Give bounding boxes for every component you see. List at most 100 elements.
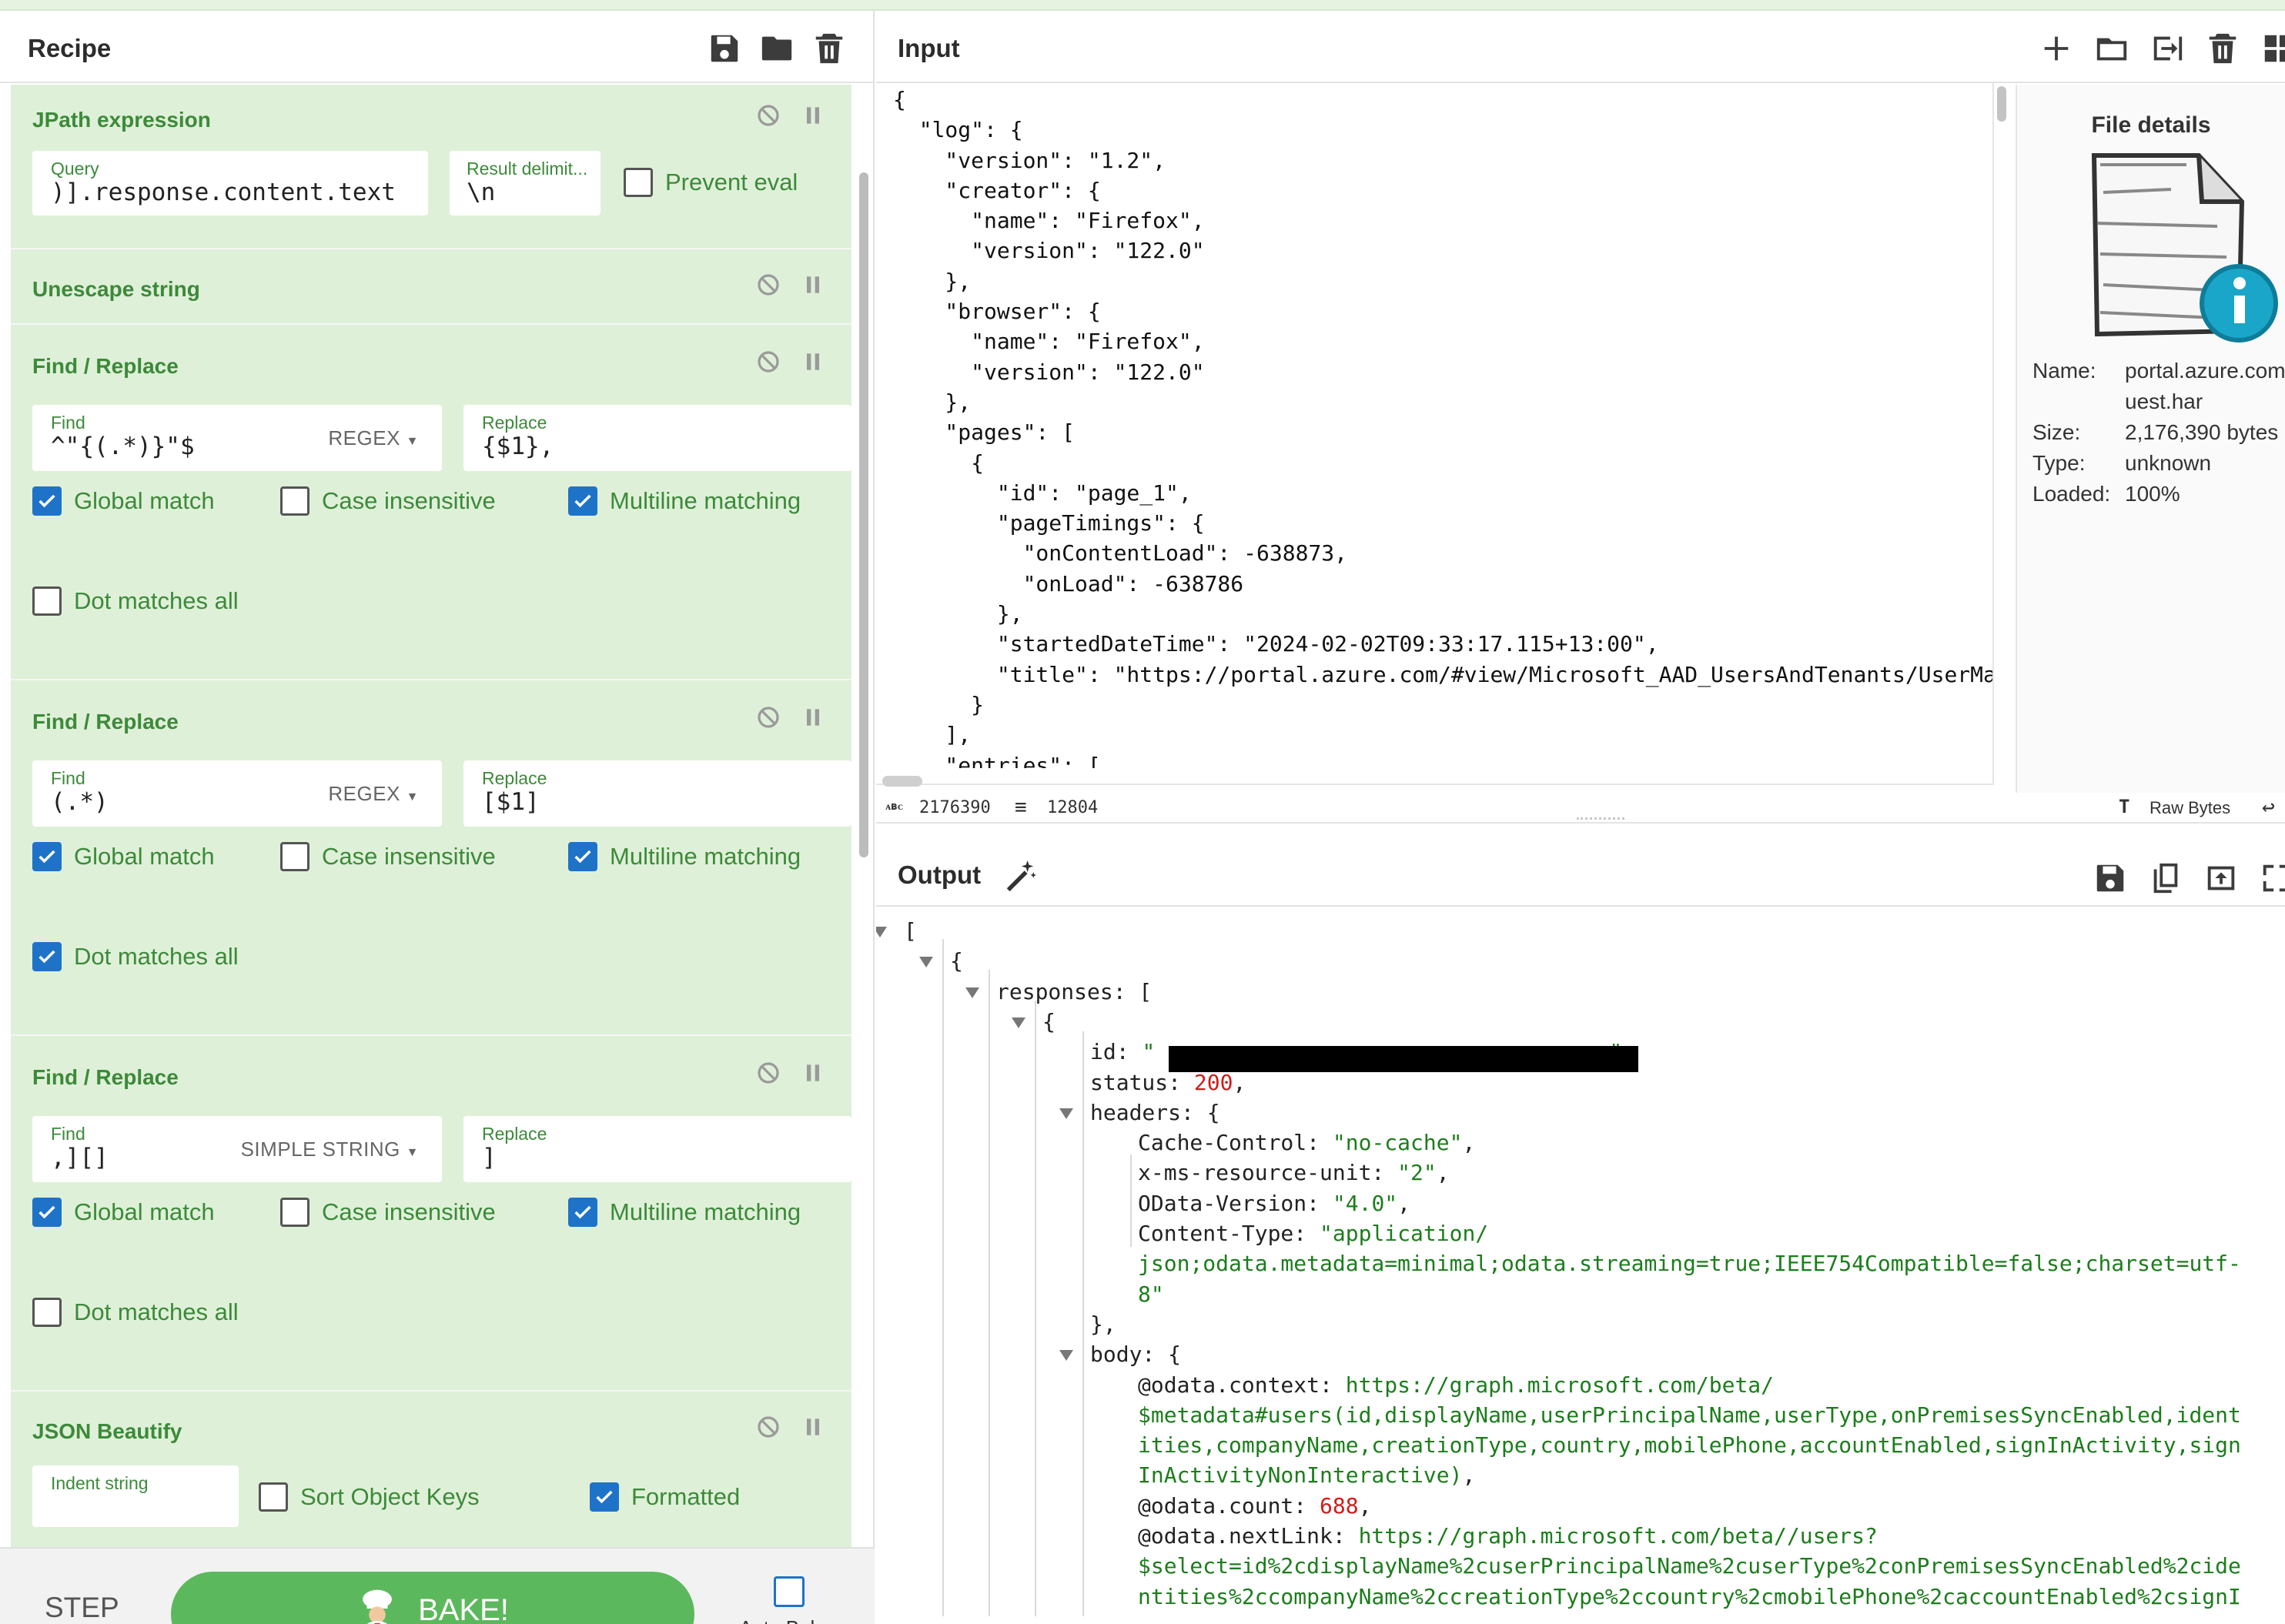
operation-find-replace-1[interactable]: Find / Replace Find ^"{(.*)}"$ REGEX ▼ Repla… (11, 325, 851, 680)
save-icon[interactable] (2093, 860, 2128, 896)
checkbox-box[interactable] (280, 842, 309, 871)
checkbox-box[interactable] (568, 486, 597, 516)
output-header: Output (876, 824, 2285, 907)
disable-icon[interactable] (756, 1415, 781, 1439)
copy-icon[interactable] (2148, 860, 2183, 896)
input-editor[interactable]: { "log": { "version": "1.2", "creator": … (879, 85, 1992, 768)
query-field[interactable]: Query )].response.content.text (32, 151, 428, 216)
checkbox-box[interactable] (568, 1198, 597, 1227)
input-scrollbar-horizontal[interactable] (882, 776, 922, 787)
find-mode-dropdown[interactable]: SIMPLE STRING ▼ (241, 1138, 419, 1161)
layout-icon[interactable] (2260, 31, 2285, 66)
input-scrollbar-vertical[interactable] (1997, 86, 2006, 122)
checkbox-box[interactable] (32, 1298, 62, 1327)
trash-icon[interactable] (2205, 31, 2240, 66)
disable-icon[interactable] (756, 349, 781, 374)
multiline-matching-checkbox[interactable]: Multiline matching (568, 842, 801, 871)
checkbox-box[interactable] (32, 486, 62, 516)
open-folder-icon[interactable] (2094, 31, 2129, 66)
collapse-toggle-icon[interactable] (1059, 1350, 1073, 1362)
checkbox-box[interactable] (32, 842, 62, 871)
disable-icon[interactable] (756, 705, 781, 730)
case-insensitive-checkbox[interactable]: Case insensitive (280, 842, 496, 871)
find-mode-dropdown[interactable]: REGEX ▼ (328, 426, 419, 450)
formatted-checkbox[interactable]: Formatted (590, 1482, 740, 1512)
checkbox-box[interactable] (259, 1482, 288, 1512)
find-field[interactable]: Find ^"{(.*)}"$ REGEX ▼ (32, 405, 442, 471)
dot-matches-all-checkbox[interactable]: Dot matches all (32, 586, 239, 616)
input-panel: Input { "log": { "version": "1.2", "crea… (876, 11, 2285, 824)
auto-bake-checkbox[interactable] (774, 1576, 805, 1607)
maximize-icon[interactable] (2259, 860, 2285, 896)
disable-icon[interactable] (756, 1061, 781, 1085)
breakpoint-icon[interactable] (801, 272, 825, 297)
magic-wand-icon[interactable] (1002, 857, 1038, 893)
recipe-panel: Recipe JPath expression Query )].respons… (0, 11, 875, 1624)
checkbox-box[interactable] (280, 1198, 309, 1227)
global-match-checkbox[interactable]: Global match (32, 1198, 215, 1227)
field-value: {$1}, (482, 433, 554, 460)
bake-button[interactable]: BAKE! (171, 1572, 694, 1624)
collapse-toggle-icon[interactable] (965, 987, 979, 998)
collapse-toggle-icon[interactable] (1012, 1017, 1025, 1028)
breakpoint-icon[interactable] (801, 1415, 825, 1439)
checkbox-box[interactable] (590, 1482, 619, 1512)
breakpoint-icon[interactable] (801, 349, 825, 374)
field-label: Find (51, 768, 85, 788)
checkbox-box[interactable] (624, 168, 653, 197)
operation-find-replace-3[interactable]: Find / Replace Find ,][] SIMPLE STRING ▼ Rep… (11, 1036, 851, 1392)
plus-icon[interactable] (2039, 31, 2074, 66)
operation-jpath[interactable]: JPath expression Query )].response.conte… (11, 85, 851, 249)
step-button[interactable]: STEP (45, 1592, 119, 1624)
breakpoint-icon[interactable] (801, 103, 825, 128)
indent-string-field[interactable]: Indent string (32, 1465, 239, 1527)
multiline-matching-checkbox[interactable]: Multiline matching (568, 1198, 801, 1227)
find-field[interactable]: Find (.*) REGEX ▼ (32, 760, 442, 827)
find-field[interactable]: Find ,][] SIMPLE STRING ▼ (32, 1116, 442, 1182)
prevent-eval-checkbox[interactable]: Prevent eval (624, 168, 798, 197)
output-line: body: { (1090, 1339, 1181, 1369)
operation-json-beautify[interactable]: JSON Beautify Indent string Sort Object … (11, 1392, 851, 1547)
output-json-viewer[interactable]: [{responses: [{id: " ",status: 200,heade… (876, 908, 2285, 1624)
folder-icon[interactable] (759, 31, 795, 66)
collapse-toggle-icon[interactable] (876, 927, 887, 937)
recipe-scrollbar[interactable] (859, 172, 868, 857)
disable-icon[interactable] (756, 103, 781, 128)
replace-input-icon[interactable] (2203, 860, 2239, 896)
disable-icon[interactable] (756, 272, 781, 297)
text-encoding-icon[interactable]: T (2119, 796, 2129, 817)
dot-matches-all-checkbox[interactable]: Dot matches all (32, 942, 239, 971)
breakpoint-icon[interactable] (801, 1061, 825, 1085)
load-input-icon[interactable] (2150, 31, 2185, 66)
checkbox-box[interactable] (32, 586, 62, 616)
collapse-toggle-icon[interactable] (1059, 1108, 1073, 1119)
replace-field[interactable]: Replace [$1] (463, 760, 851, 827)
trash-icon[interactable] (811, 31, 847, 66)
global-match-checkbox[interactable]: Global match (32, 486, 215, 516)
checkbox-box[interactable] (280, 486, 309, 516)
operation-unescape-string[interactable]: Unescape string (11, 249, 851, 325)
case-insensitive-checkbox[interactable]: Case insensitive (280, 486, 496, 516)
abc-icon: ᴀʙᴄ (885, 800, 904, 813)
checkbox-box[interactable] (32, 1198, 62, 1227)
eol-icon[interactable]: ↩ (2262, 794, 2275, 820)
find-mode-dropdown[interactable]: REGEX ▼ (328, 782, 419, 806)
breakpoint-icon[interactable] (801, 705, 825, 730)
collapse-toggle-icon[interactable] (919, 957, 933, 968)
replace-field[interactable]: Replace {$1}, (463, 405, 851, 471)
checkbox-box[interactable] (32, 942, 62, 971)
replace-field[interactable]: Replace] (463, 1116, 851, 1182)
sort-object-keys-checkbox[interactable]: Sort Object Keys (259, 1482, 480, 1512)
json-token: https://graph.microsoft.com/beta//users? (1358, 1523, 1878, 1549)
save-icon[interactable] (707, 31, 742, 66)
checkbox-box[interactable] (568, 842, 597, 871)
case-insensitive-checkbox[interactable]: Case insensitive (280, 1198, 496, 1227)
result-delimiter-field[interactable]: Result delimit... \n (450, 151, 601, 216)
dot-matches-all-checkbox[interactable]: Dot matches all (32, 1298, 239, 1327)
global-match-checkbox[interactable]: Global match (32, 842, 215, 871)
operation-find-replace-2[interactable]: Find / Replace Find (.*) REGEX ▼ Replace [$1]… (11, 680, 851, 1036)
operation-controls (756, 1415, 825, 1439)
input-line: }, (893, 601, 1023, 627)
multiline-matching-checkbox[interactable]: Multiline matching (568, 486, 801, 516)
encoding-label[interactable]: Raw Bytes (2150, 798, 2230, 818)
